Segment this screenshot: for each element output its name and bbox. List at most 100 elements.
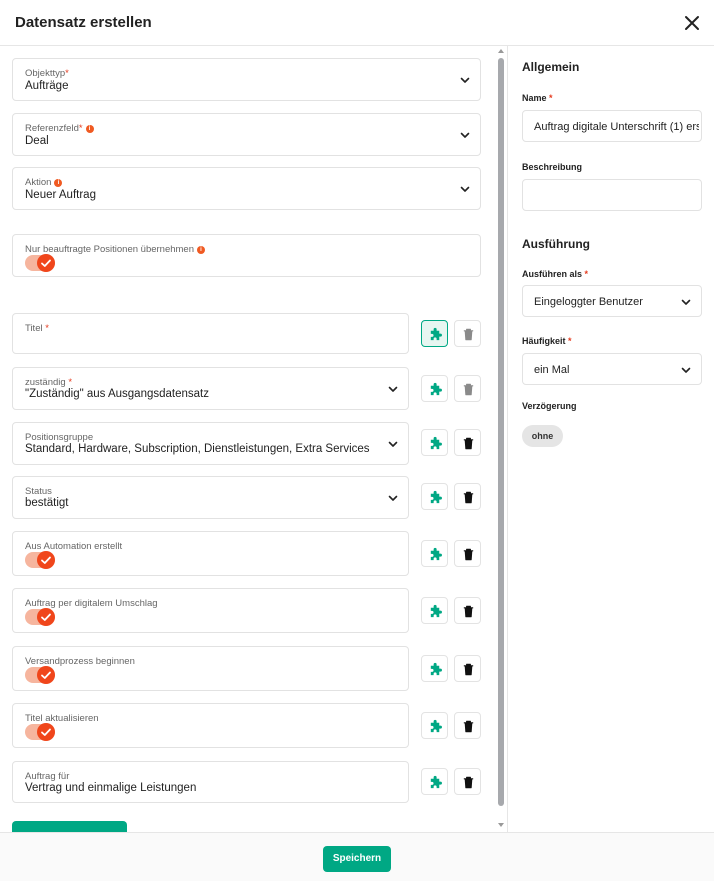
status-select[interactable]: Status bestätigt: [12, 476, 409, 519]
trash-icon: [463, 663, 474, 676]
trash-icon: [463, 605, 474, 618]
check-icon: [41, 259, 51, 267]
required-marker: *: [45, 323, 49, 334]
referenzfeld-select[interactable]: Referenzfeld* i Deal: [12, 113, 481, 156]
positionsgruppe-select[interactable]: Positionsgruppe Standard, Hardware, Subs…: [12, 422, 409, 465]
digitaler-umschlag-toggle[interactable]: [25, 608, 55, 626]
versandprozess-field: Versandprozess beginnen: [12, 646, 409, 691]
name-input[interactable]: Auftrag digitale Unterschrift (1) ers: [522, 110, 702, 142]
delete-button[interactable]: [454, 429, 481, 456]
delete-button[interactable]: [454, 768, 481, 795]
objekttyp-select[interactable]: Objekttyp* Aufträge: [12, 58, 481, 101]
ausfuehrung-heading: Ausführung: [522, 237, 590, 251]
verzoegerung-chip[interactable]: ohne: [522, 425, 563, 447]
aktion-label: Aktion: [25, 177, 52, 188]
delete-button[interactable]: [454, 712, 481, 739]
puzzle-icon: [430, 436, 442, 450]
required-marker: *: [68, 377, 73, 388]
required-marker: *: [584, 269, 589, 279]
info-icon[interactable]: i: [54, 179, 63, 187]
puzzle-icon: [430, 662, 442, 676]
ausfuehren-als-value: Eingeloggter Benutzer: [534, 296, 643, 308]
delete-button[interactable]: [454, 375, 481, 402]
close-icon[interactable]: [682, 13, 702, 33]
auftrag-fuer-value: Vertrag und einmalige Leistungen: [25, 782, 197, 794]
delete-button[interactable]: [454, 483, 481, 510]
ausfuehren-als-select[interactable]: Eingeloggter Benutzer: [522, 285, 702, 317]
puzzle-icon: [430, 382, 442, 396]
add-field-button[interactable]: [12, 821, 127, 832]
scroll-up-icon[interactable]: [497, 48, 505, 54]
chevron-down-icon: [681, 367, 691, 373]
puzzle-icon: [430, 327, 442, 341]
delete-button[interactable]: [454, 655, 481, 682]
chevron-down-icon: [388, 441, 398, 447]
info-icon[interactable]: i: [85, 125, 94, 133]
versandprozess-toggle[interactable]: [25, 666, 55, 684]
placeholder-button[interactable]: [421, 712, 448, 739]
trash-icon: [463, 328, 474, 341]
titel-aktualisieren-toggle[interactable]: [25, 723, 55, 741]
zustaendig-label: zuständig: [25, 377, 66, 388]
status-label: Status: [25, 486, 52, 497]
puzzle-icon: [430, 547, 442, 561]
placeholder-button[interactable]: [421, 320, 448, 347]
chevron-down-icon: [460, 186, 470, 192]
ausfuehren-als-label: Ausführen als: [522, 269, 583, 279]
titel-aktualisieren-field: Titel aktualisieren: [12, 703, 409, 748]
objekttyp-value: Aufträge: [25, 80, 69, 92]
placeholder-button[interactable]: [421, 375, 448, 402]
nur-beauftragte-field: Nur beauftragte Positionen übernehmen i: [12, 234, 481, 277]
save-button[interactable]: Speichern: [323, 846, 391, 872]
chevron-down-icon: [388, 495, 398, 501]
chevron-down-icon: [388, 386, 398, 392]
verzoegerung-label: Verzögerung: [522, 401, 577, 411]
aus-automation-toggle[interactable]: [25, 551, 55, 569]
scroll-down-icon[interactable]: [497, 822, 505, 828]
required-marker: *: [65, 68, 69, 79]
referenzfeld-value: Deal: [25, 135, 49, 147]
auftrag-fuer-input[interactable]: Auftrag für Vertrag und einmalige Leistu…: [12, 761, 409, 803]
check-icon: [41, 671, 51, 679]
allgemein-heading: Allgemein: [522, 60, 580, 74]
left-scrollbar[interactable]: [497, 46, 507, 832]
name-value: Auftrag digitale Unterschrift (1) ers: [534, 121, 699, 133]
objekttyp-label: Objekttyp: [25, 68, 66, 79]
name-label: Name: [522, 93, 547, 103]
referenzfeld-label: Referenzfeld: [25, 123, 79, 134]
puzzle-icon: [430, 604, 442, 618]
positionsgruppe-label: Positionsgruppe: [25, 432, 94, 443]
placeholder-button[interactable]: [421, 483, 448, 510]
chevron-down-icon: [460, 132, 470, 138]
dialog-header: Datensatz erstellen: [0, 0, 714, 46]
zustaendig-value: "Zuständig" aus Ausgangsdatensatz: [25, 388, 209, 400]
trash-icon: [463, 491, 474, 504]
required-marker: *: [78, 123, 83, 134]
trash-icon: [463, 548, 474, 561]
check-icon: [41, 556, 51, 564]
placeholder-button[interactable]: [421, 429, 448, 456]
placeholder-button[interactable]: [421, 768, 448, 795]
placeholder-button[interactable]: [421, 655, 448, 682]
delete-button[interactable]: [454, 320, 481, 347]
info-icon[interactable]: i: [197, 246, 206, 254]
chevron-down-icon: [681, 299, 691, 305]
placeholder-button[interactable]: [421, 597, 448, 624]
trash-icon: [463, 776, 474, 789]
auftrag-fuer-label: Auftrag für: [25, 771, 70, 782]
delete-button[interactable]: [454, 597, 481, 624]
scrollbar-thumb[interactable]: [498, 58, 504, 806]
nur-beauftragte-toggle[interactable]: [25, 254, 55, 272]
zustaendig-select[interactable]: zuständig * "Zuständig" aus Ausgangsdate…: [12, 367, 409, 410]
trash-icon: [463, 437, 474, 450]
aktion-select[interactable]: Aktion i Neuer Auftrag: [12, 167, 481, 210]
dialog-title: Datensatz erstellen: [15, 14, 152, 31]
titel-label: Titel: [25, 323, 43, 334]
beschreibung-input[interactable]: [522, 179, 702, 211]
titel-input[interactable]: Titel *: [12, 313, 409, 354]
placeholder-button[interactable]: [421, 540, 448, 567]
check-icon: [41, 613, 51, 621]
haeufigkeit-select[interactable]: ein Mal: [522, 353, 702, 385]
haeufigkeit-value: ein Mal: [534, 364, 570, 376]
delete-button[interactable]: [454, 540, 481, 567]
